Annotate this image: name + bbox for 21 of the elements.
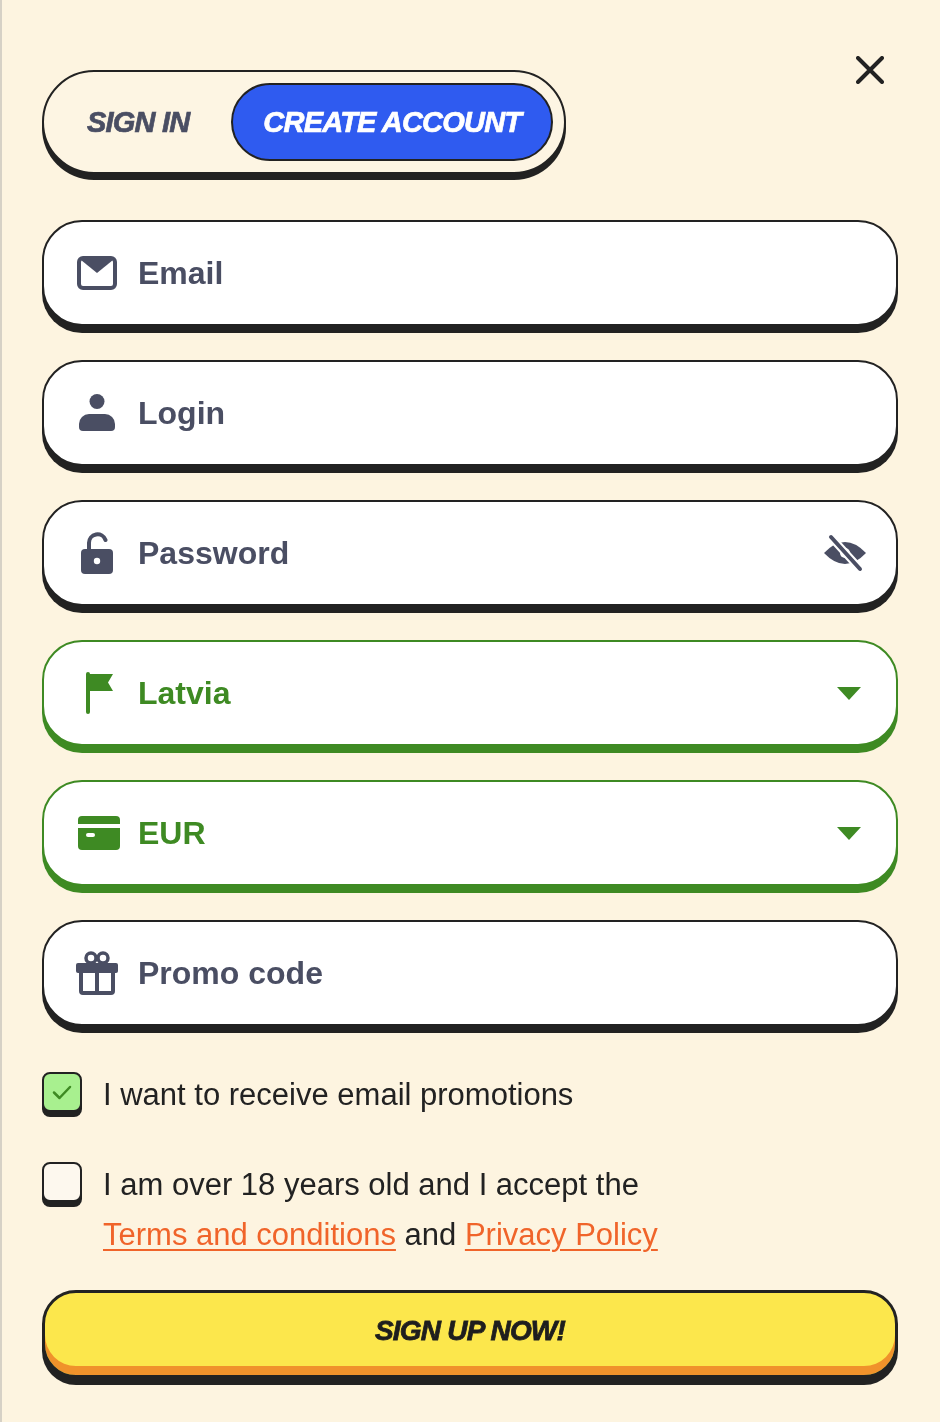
text-link[interactable]: Privacy Policy [464, 1217, 658, 1252]
promo-code-field[interactable]: Promo code [42, 920, 898, 1026]
email-field[interactable]: Email [42, 220, 898, 326]
user-icon [78, 394, 116, 432]
text-link[interactable]: Terms and conditions [103, 1217, 396, 1252]
caret-icon [836, 826, 862, 840]
flag-icon [84, 672, 114, 714]
gift-icon [76, 951, 118, 995]
tab[interactable]: CREATE ACCOUNT [231, 83, 554, 161]
envelope-icon [77, 256, 117, 290]
close-icon[interactable] [856, 56, 884, 84]
consent-text: I want to receive email promotions [103, 1076, 574, 1114]
caret-icon [836, 686, 862, 700]
unlocked-padlock-icon [80, 532, 114, 574]
consent-text: I am over 18 years old and I accept the Terms and conditions and Privacy Policy [103, 1166, 659, 1254]
credit-card-icon [78, 816, 120, 850]
eye-slash-icon[interactable] [822, 534, 868, 572]
tab[interactable]: SIGN IN [55, 83, 222, 161]
check-icon [52, 1084, 72, 1100]
password-field[interactable]: Password [42, 500, 898, 606]
login-field[interactable]: Login [42, 360, 898, 466]
